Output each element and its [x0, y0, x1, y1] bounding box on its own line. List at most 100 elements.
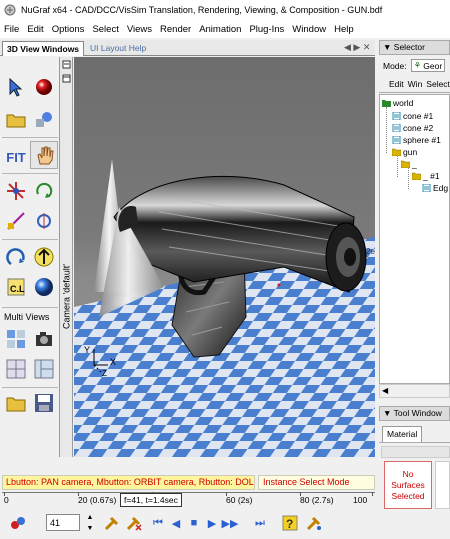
transform-icon[interactable] — [30, 207, 58, 235]
orbit-icon[interactable] — [2, 243, 30, 271]
multi-view-grid-icon[interactable] — [2, 325, 30, 353]
save-icon[interactable] — [30, 389, 58, 417]
timeline-slider[interactable]: 0 20 (0.67s) 60 (2s) 80 (2.7s) 100 f=41,… — [2, 492, 375, 510]
tree-horizontal-scrollbar[interactable]: ◀ — [379, 384, 450, 398]
geometry-mode-icon: ⚘ — [413, 60, 422, 70]
scene-render — [74, 159, 375, 457]
scene-tree: world cone #1 cone #2 sphere #1 gun _ _ … — [379, 94, 450, 384]
open-file-icon[interactable] — [2, 389, 30, 417]
frame-up-icon[interactable]: ▲ — [82, 512, 98, 522]
tree-node-world[interactable]: world — [382, 97, 413, 108]
camera-view-icon[interactable] — [30, 325, 58, 353]
menu-edit[interactable]: Edit — [23, 24, 47, 35]
menu-help[interactable]: Help — [330, 24, 358, 35]
doc-icon — [422, 183, 431, 192]
frame-down-icon[interactable]: ▼ — [82, 523, 98, 533]
toolbar-separator — [2, 173, 58, 174]
collapse-icon[interactable]: ▼ — [383, 42, 394, 52]
move-axes-icon[interactable] — [2, 177, 30, 205]
set-key-icon[interactable] — [104, 515, 120, 531]
tool-horizontal-scrollbar[interactable] — [381, 446, 450, 458]
play-icon[interactable]: ▶ — [204, 515, 220, 531]
stop-icon[interactable]: ■ — [186, 515, 202, 531]
toolbar-separator — [2, 307, 58, 308]
pan-hand-icon[interactable] — [30, 141, 58, 169]
view-layout-alt-icon[interactable] — [30, 355, 58, 383]
scroll-left-icon[interactable]: ◀ — [382, 386, 388, 395]
blue-sphere-icon[interactable] — [30, 273, 58, 301]
objects-icon[interactable] — [30, 105, 58, 133]
select-arrow-icon[interactable] — [2, 73, 30, 101]
next-frame-icon[interactable]: ▶▶ — [222, 515, 239, 531]
camera-light-icon[interactable]: C.L — [2, 273, 30, 301]
tree-node-cone-2[interactable]: cone #2 — [392, 122, 433, 133]
menu-window[interactable]: Window — [288, 24, 330, 35]
view-tabs: 3D View Windows UI Layout Help ◀ ▶ ✕ — [0, 40, 375, 56]
world-icon — [382, 99, 391, 107]
help-icon[interactable]: ? — [282, 515, 298, 531]
menu-options[interactable]: Options — [48, 24, 89, 35]
axis-z-label: Z — [102, 369, 107, 378]
pin-icon[interactable] — [61, 59, 72, 70]
app-icon — [4, 4, 16, 16]
tab-nav-controls[interactable]: ◀ ▶ ✕ — [344, 42, 370, 53]
context-help-icon[interactable] — [306, 515, 322, 531]
animation-controls: ▲ ▼ ⏮ ◀ ■ ▶ ▶▶ ⏭ ? — [0, 511, 375, 537]
menu-bar: File Edit Options Select Views Render An… — [0, 20, 450, 38]
folder-icon — [412, 172, 421, 180]
menu-file[interactable]: File — [0, 24, 23, 35]
toolbar-separator — [2, 239, 58, 240]
red-sphere-icon[interactable] — [30, 73, 58, 101]
tree-connector — [386, 107, 387, 153]
doc-icon — [392, 111, 401, 120]
up-arrow-icon[interactable] — [30, 243, 58, 271]
menu-plugins[interactable]: Plug-Ins — [245, 24, 288, 35]
3d-viewport[interactable]: Y X Z 2e — [74, 57, 375, 457]
material-preview-side — [435, 461, 450, 509]
first-frame-icon[interactable]: ⏮ — [150, 515, 166, 531]
last-frame-icon[interactable]: ⏭ — [252, 515, 268, 531]
timeline-label-80: 80 (2.7s) — [300, 495, 334, 505]
tree-node-cone-1[interactable]: cone #1 — [392, 110, 433, 121]
open-folder-icon[interactable] — [2, 105, 30, 133]
collapse-icon[interactable]: ▼ — [383, 408, 394, 418]
mode-dropdown[interactable]: ⚘ Geor — [410, 59, 446, 72]
fit-button[interactable]: FIT — [2, 143, 30, 171]
toolbar-separator — [2, 387, 58, 388]
timeline-track — [2, 492, 375, 493]
rotate-icon[interactable] — [30, 177, 58, 205]
tab-edit[interactable]: Edit — [389, 79, 404, 89]
multi-views-label: Multi Views — [4, 312, 50, 322]
svg-text:?: ? — [286, 517, 293, 531]
frame-number-input[interactable] — [46, 514, 80, 531]
prev-frame-icon[interactable]: ◀ — [168, 515, 184, 531]
camera-label: Camera 'default' — [61, 264, 72, 330]
tree-node-sphere-1[interactable]: sphere #1 — [392, 134, 441, 145]
tab-select[interactable]: Select — [426, 79, 450, 89]
tree-node-underscore-1[interactable]: _ #1 — [412, 170, 440, 181]
tree-connector — [408, 167, 409, 189]
status-select-mode: Instance Select Mode — [258, 475, 375, 490]
scale-icon[interactable] — [2, 207, 30, 235]
timeline-label-60: 60 (2s) — [226, 495, 253, 505]
tree-node-edge[interactable]: Edg — [422, 182, 448, 193]
tab-win[interactable]: Win — [408, 79, 423, 89]
menu-select[interactable]: Select — [88, 24, 122, 35]
delete-key-icon[interactable] — [126, 515, 142, 531]
view-layout-icon[interactable] — [2, 355, 30, 383]
spheres-icon[interactable] — [10, 515, 26, 531]
panel-icon[interactable] — [61, 73, 72, 84]
timeline-tick — [372, 492, 373, 496]
tab-3d-view-windows[interactable]: 3D View Windows — [2, 41, 85, 56]
menu-render[interactable]: Render — [156, 24, 195, 35]
no-surfaces-message: No Surfaces Selected — [384, 461, 432, 509]
selector-panel-header: ▼ Selector — [379, 40, 450, 55]
menu-views[interactable]: Views — [123, 24, 156, 35]
timeline-label-0: 0 — [4, 495, 9, 505]
tab-ui-layout-help[interactable]: UI Layout Help — [86, 41, 150, 56]
tree-node-gun[interactable]: gun — [392, 146, 417, 157]
tree-node-underscore[interactable]: _ — [401, 158, 417, 169]
menu-animation[interactable]: Animation — [195, 24, 245, 35]
tab-material[interactable]: Material — [382, 426, 423, 442]
svg-text:C.L: C.L — [10, 284, 25, 294]
